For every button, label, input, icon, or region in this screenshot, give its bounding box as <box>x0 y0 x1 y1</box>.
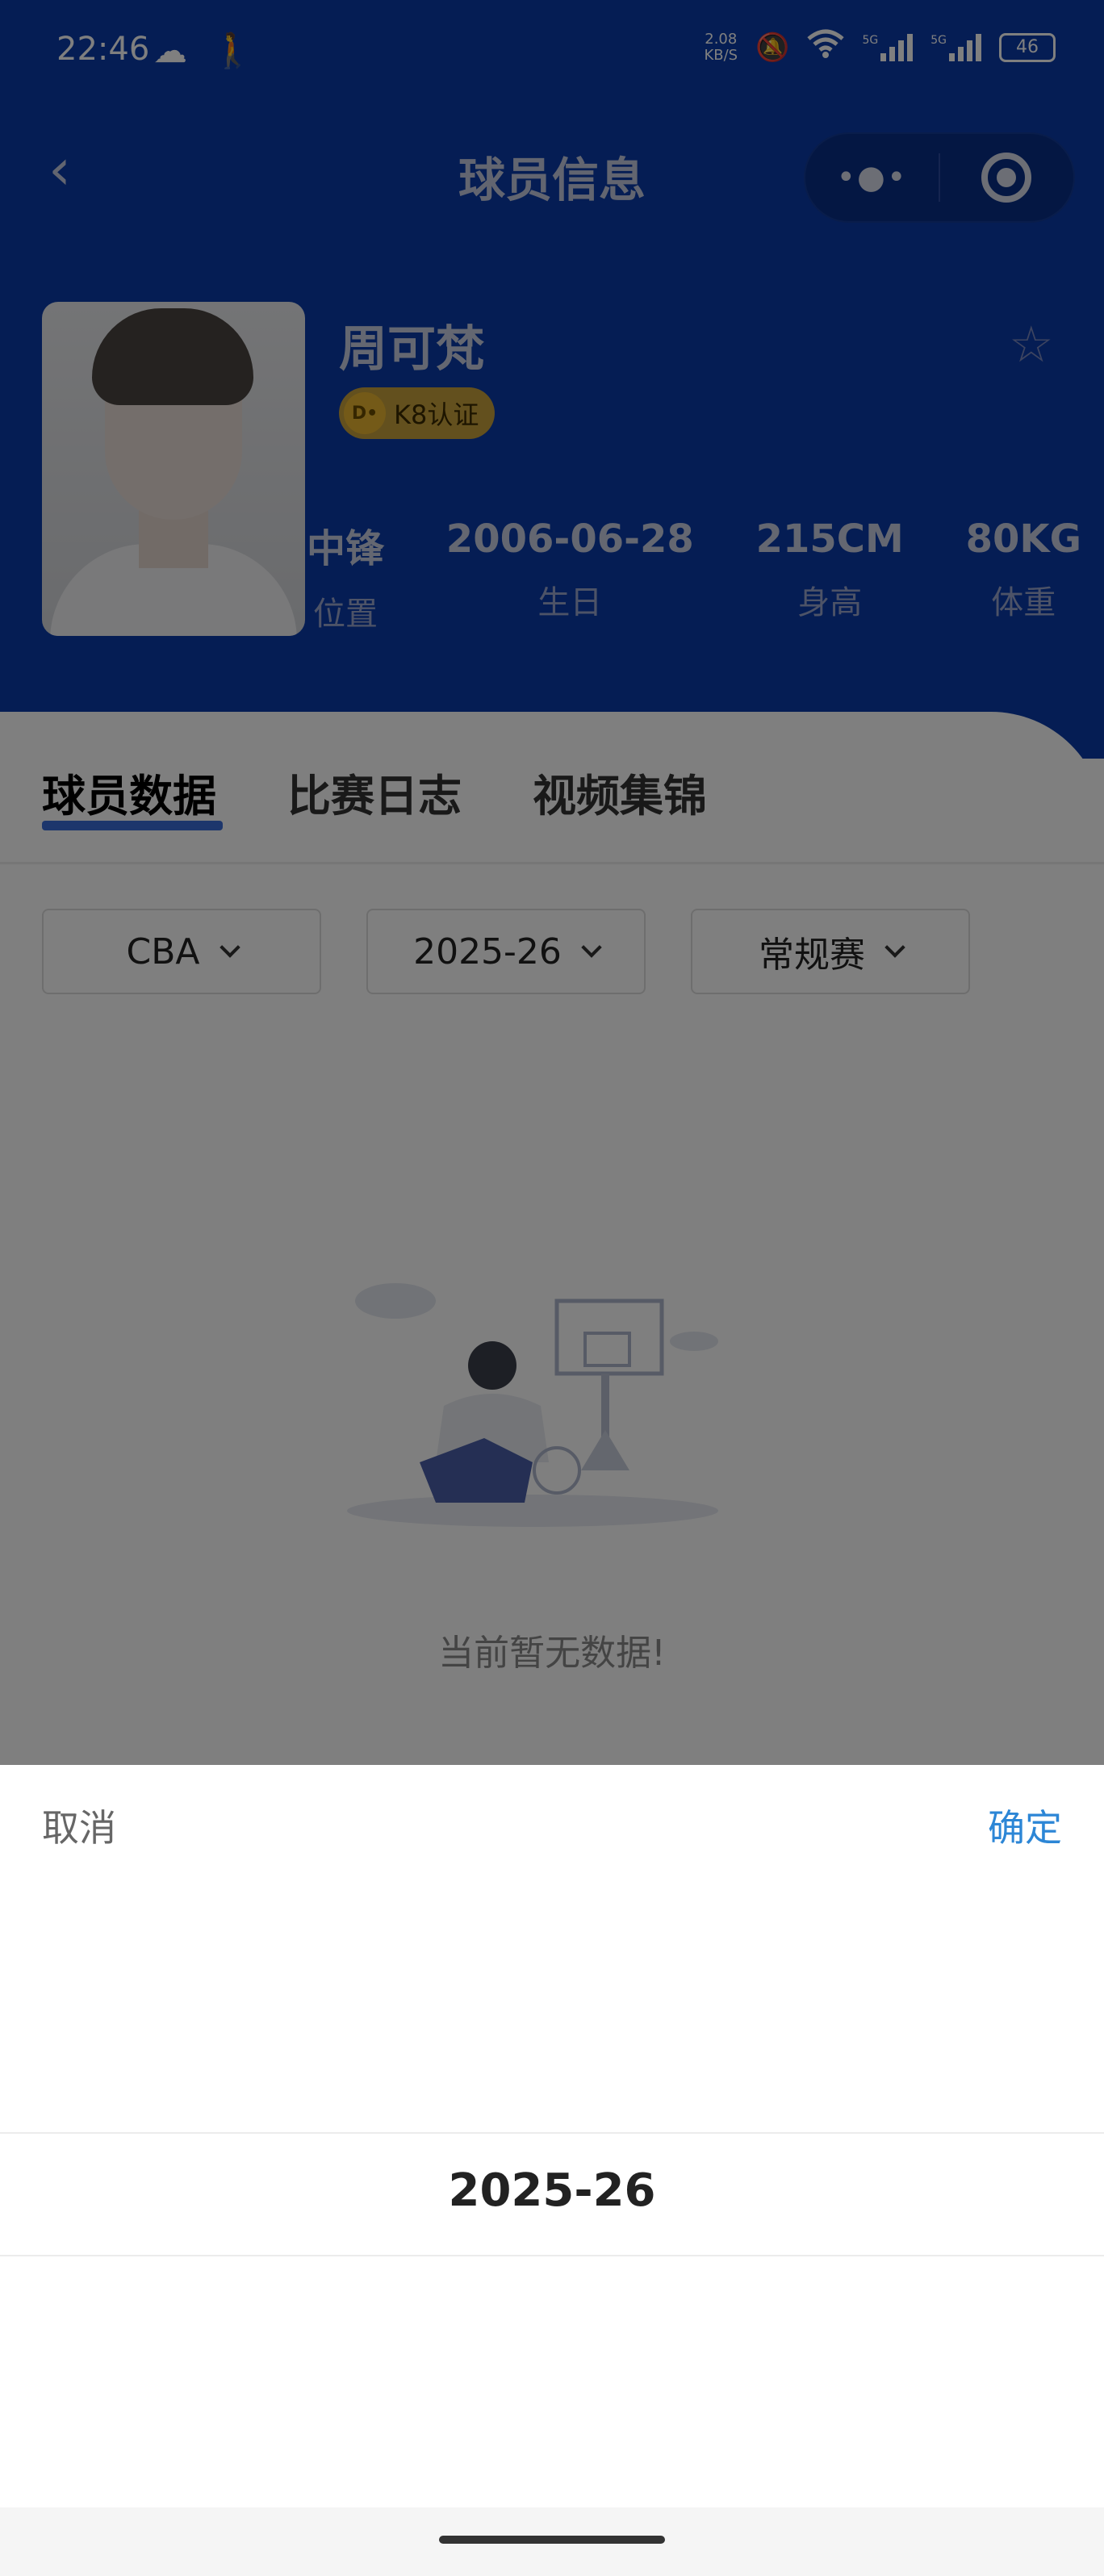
confirm-button[interactable]: 确定 <box>988 1799 1062 1852</box>
picker-selection-line <box>0 2255 1104 2256</box>
modal-overlay[interactable] <box>0 0 1104 1765</box>
gesture-bar <box>0 2507 1104 2576</box>
picker-selection-line <box>0 2132 1104 2134</box>
picker-option-selected[interactable]: 2025-26 <box>0 2164 1104 2217</box>
cancel-button[interactable]: 取消 <box>42 1799 116 1852</box>
season-picker-sheet: 取消 确定 2025-26 <box>0 1765 1104 2576</box>
home-indicator[interactable] <box>439 2536 665 2544</box>
